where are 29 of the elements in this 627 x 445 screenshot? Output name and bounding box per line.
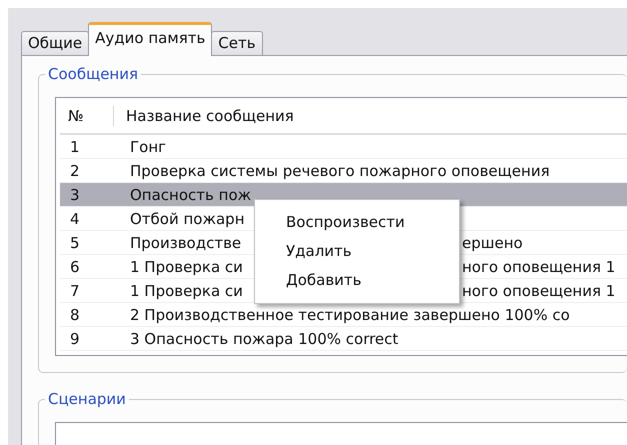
name-cell-text: 1 Проверка си [130,282,244,300]
number-cell-text: 9 [69,330,81,348]
name-cell: Отбой пожарн [130,210,245,228]
number-cell-text: 5 [69,234,81,252]
name-cell-text: Производстве [130,234,242,252]
list-row[interactable]: 9 3 Опасность пожара 100% correct [60,327,627,351]
number-cell-text: 8 [69,306,81,324]
name-cell: ного оповещения 1 [462,282,616,300]
list-row[interactable]: 1 Гонг [60,135,627,159]
name-cell: 2 Производственное тестирование завершено 100% co [130,306,570,324]
tab[interactable]: Аудио память [88,22,212,56]
name-cell: Опасность пож [130,186,252,204]
number-cell-text: 6 [69,258,81,276]
column-header[interactable]: Название сообщения [114,106,294,124]
number-cell-text: 3 [69,186,81,204]
name-cell: ного оповещения 1 [462,258,616,276]
number-cell-text: 4 [69,210,81,228]
number-cell-text: 2 [69,162,81,180]
group-title: Сообщения [45,64,142,84]
number-cell-text: 7 [69,282,81,300]
tab[interactable]: Сеть [211,31,263,55]
name-cell-text: 1 Проверка си [130,258,244,276]
name-cell: Гонг [130,138,166,156]
tab[interactable]: Общие [21,31,90,55]
name-cell: 3 Опасность пожара 100% correct [130,330,398,348]
number-cell-text: 1 [69,138,81,156]
name-cell: Проверка системы речевого пожарного оповещения [130,162,550,180]
name-cell: ершено [462,234,523,252]
column-header[interactable]: № [60,106,114,126]
